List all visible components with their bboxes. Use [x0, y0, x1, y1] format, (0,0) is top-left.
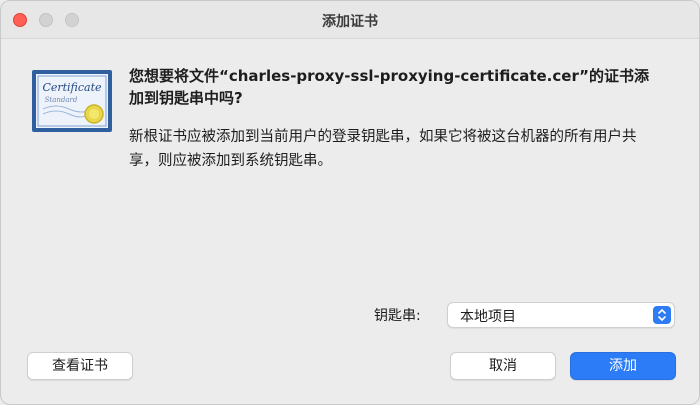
add-certificate-dialog: 添加证书 Certificate Standard 您想要将文件“charles…: [0, 0, 700, 405]
title-bar: 添加证书: [1, 1, 699, 39]
certificate-icon-title: Certificate: [42, 81, 102, 94]
keychain-selected-value: 本地项目: [460, 309, 516, 325]
certificate-icon-subtitle: Standard: [45, 96, 78, 104]
view-certificate-button[interactable]: 查看证书: [27, 352, 133, 380]
certificate-icon: Certificate Standard: [31, 69, 113, 133]
updown-chevron-icon: [653, 306, 671, 324]
keychain-label: 钥匙串:: [374, 308, 421, 324]
cancel-button[interactable]: 取消: [450, 352, 556, 380]
keychain-select[interactable]: 本地项目: [447, 302, 675, 328]
dialog-heading: 您想要将文件“charles-proxy-ssl-proxying-certif…: [129, 67, 649, 107]
dialog-body-text: 新根证书应被添加到当前用户的登录钥匙串，如果它将被这台机器的所有用户共享，则应被…: [129, 129, 637, 169]
add-button[interactable]: 添加: [570, 352, 676, 380]
window-title: 添加证书: [322, 14, 378, 30]
